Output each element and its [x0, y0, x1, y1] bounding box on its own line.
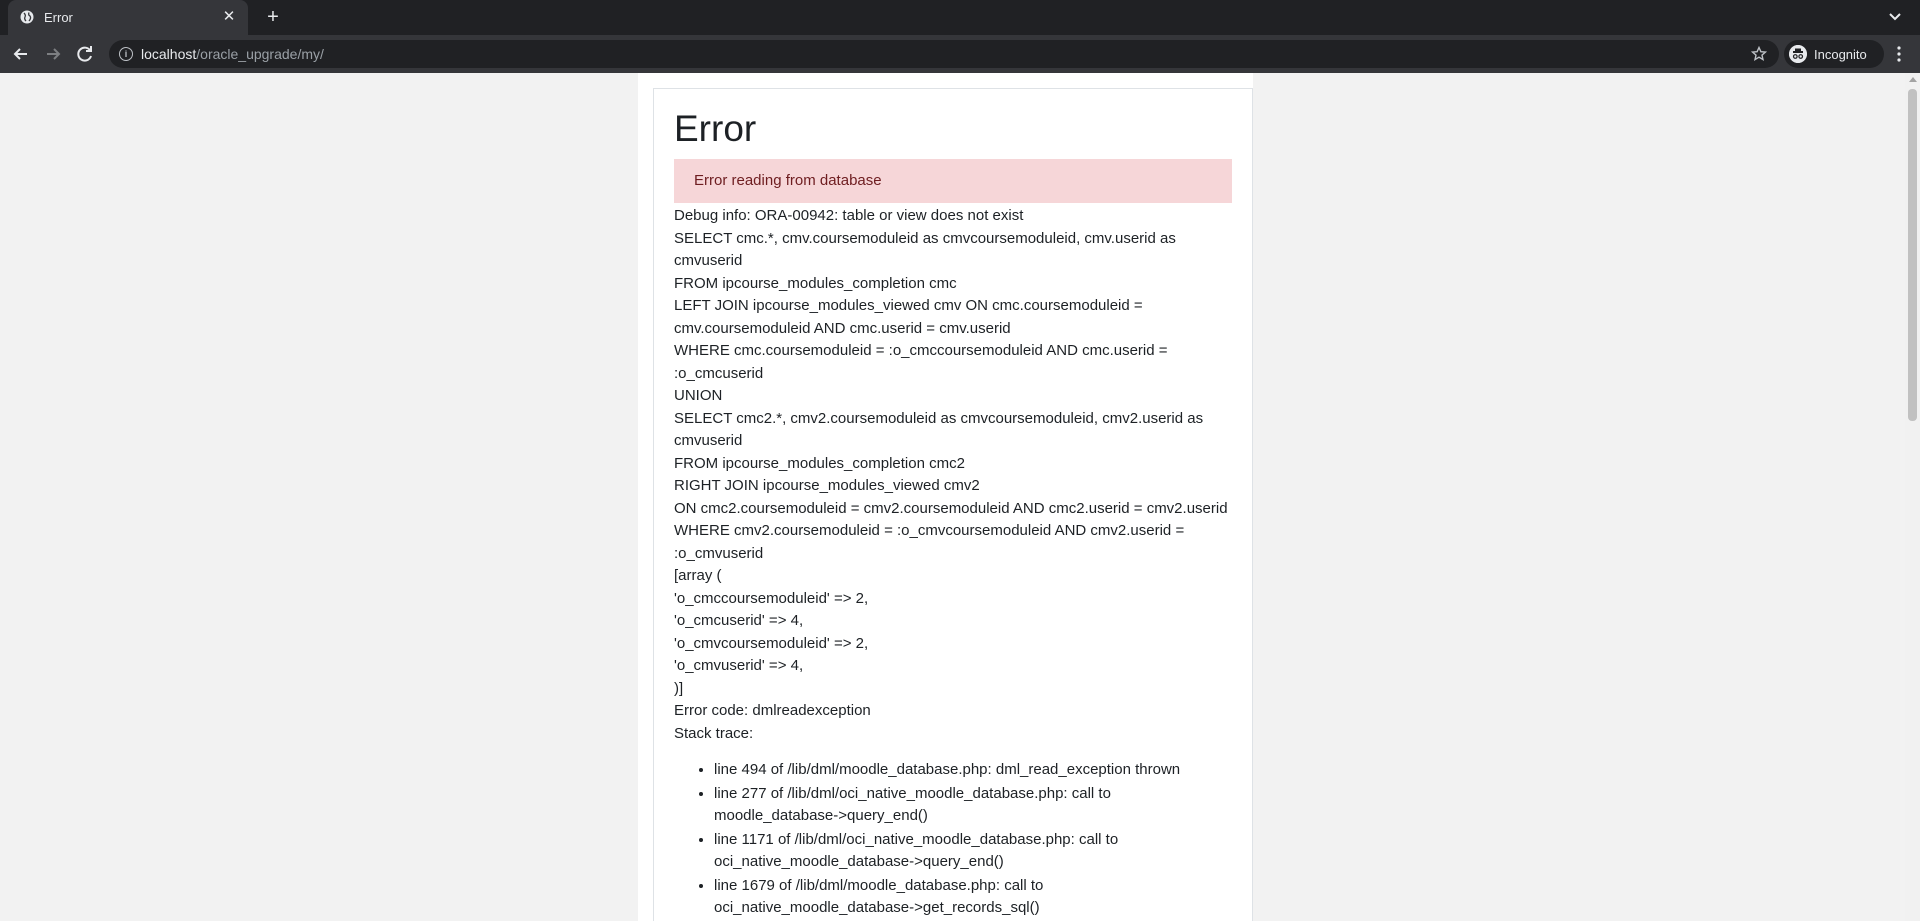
debug-line: WHERE cmv2.coursemoduleid = :o_cmvcourse…	[674, 522, 1185, 562]
debug-line: )]	[674, 679, 684, 697]
stack-trace-item: line 494 of /lib/dml/moodle_database.php…	[714, 759, 1232, 782]
page-viewport: Error Error reading from database Debug …	[0, 73, 1905, 921]
debug-line: FROM ipcourse_modules_completion cmc2	[674, 454, 965, 472]
scrollbar-thumb[interactable]	[1908, 89, 1917, 421]
address-bar[interactable]: i localhost/oracle_upgrade/my/	[109, 40, 1779, 68]
debug-line: SELECT cmc.*, cmv.coursemoduleid as cmvc…	[674, 229, 1176, 270]
debug-line: Debug info: ORA-00942: table or view doe…	[674, 207, 1024, 224]
incognito-profile[interactable]: Incognito	[1784, 40, 1884, 68]
debug-line: LEFT JOIN ipcourse_modules_viewed cmv ON…	[674, 297, 1143, 337]
globe-icon	[20, 10, 34, 24]
debug-line: 'o_cmccoursemoduleid' => 2,	[674, 589, 869, 607]
debug-info: Debug info: ORA-00942: table or view doe…	[674, 205, 1232, 745]
back-arrow-icon[interactable]	[10, 43, 32, 65]
stack-trace-item: line 277 of /lib/dml/oci_native_moodle_d…	[714, 783, 1232, 828]
page-title: Error	[674, 108, 757, 149]
stack-trace-heading: Stack trace:	[674, 724, 754, 742]
close-icon[interactable]: ✕	[220, 8, 238, 26]
debug-line: 'o_cmvcoursemoduleid' => 2,	[674, 634, 869, 652]
debug-line: 'o_cmvuserid' => 4,	[674, 657, 804, 674]
incognito-label: Incognito	[1814, 47, 1867, 62]
browser-toolbar: i localhost/oracle_upgrade/my/ Incognito	[0, 35, 1920, 73]
debug-line: ON cmc2.coursemoduleid = cmv2.coursemodu…	[674, 499, 1228, 517]
stack-trace-list: line 494 of /lib/dml/moodle_database.php…	[674, 759, 1232, 920]
incognito-icon	[1789, 45, 1807, 63]
browser-tab[interactable]: Error ✕	[8, 0, 248, 35]
scroll-up-arrow-icon[interactable]	[1909, 77, 1917, 82]
url-text[interactable]: localhost/oracle_upgrade/my/	[141, 46, 324, 62]
debug-line: SELECT cmc2.*, cmv2.coursemoduleid as cm…	[674, 409, 1204, 450]
tab-title: Error	[44, 10, 73, 25]
debug-line: RIGHT JOIN ipcourse_modules_viewed cmv2	[674, 477, 980, 494]
chevron-down-icon[interactable]	[1888, 10, 1902, 24]
new-tab-button[interactable]: +	[262, 6, 284, 28]
stack-trace-item: line 1171 of /lib/dml/oci_native_moodle_…	[714, 829, 1232, 874]
forward-arrow-icon[interactable]	[42, 43, 64, 65]
error-alert: Error reading from database	[674, 159, 1232, 203]
tab-strip: Error ✕ +	[0, 0, 1920, 35]
debug-line: FROM ipcourse_modules_completion cmc	[674, 274, 957, 292]
error-card: Error Error reading from database Debug …	[653, 88, 1253, 921]
star-icon[interactable]	[1751, 46, 1767, 62]
kebab-menu-icon[interactable]	[1896, 45, 1902, 63]
debug-line: UNION	[674, 387, 723, 404]
debug-line: 'o_cmcuserid' => 4,	[674, 612, 804, 629]
reload-icon[interactable]	[74, 43, 96, 65]
debug-line: [array (	[674, 567, 722, 584]
debug-line: WHERE cmc.coursemoduleid = :o_cmccoursem…	[674, 342, 1168, 382]
info-icon[interactable]: i	[119, 47, 133, 61]
error-code: Error code: dmlreadexception	[674, 702, 871, 719]
stack-trace-item: line 1679 of /lib/dml/moodle_database.ph…	[714, 875, 1232, 920]
page-scrollbar[interactable]	[1905, 73, 1920, 921]
